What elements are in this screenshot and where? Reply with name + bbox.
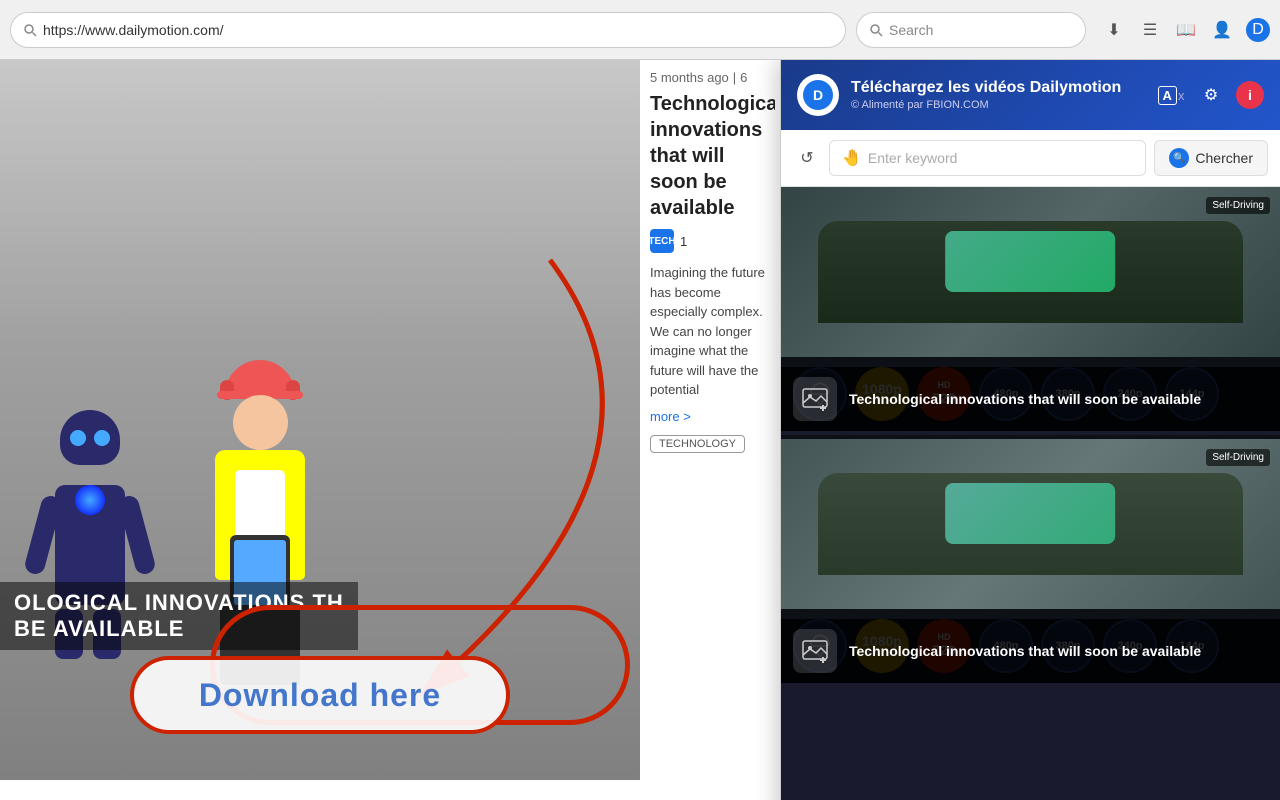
- video-title: Technological innovations that will soon…: [650, 91, 765, 221]
- chercher-label: Chercher: [1195, 150, 1253, 166]
- video-card-1: Self-Driving Technological innovations t…: [781, 187, 1280, 431]
- video-card-thumb-1: Self-Driving: [781, 187, 1280, 357]
- url-text: https://www.dailymotion.com/: [43, 22, 224, 38]
- popup-logo-letter: D: [813, 87, 823, 103]
- read-more-link[interactable]: more >: [650, 409, 691, 424]
- car-screen-2: [946, 483, 1116, 544]
- car-dash-2: [818, 473, 1242, 575]
- worker-hardhat: [225, 360, 295, 395]
- video-card-2: Self-Driving Technological innovations t…: [781, 439, 1280, 683]
- card-info-bar-1: Technological innovations that will soon…: [781, 367, 1280, 431]
- browser-search-bar[interactable]: Search: [856, 12, 1086, 48]
- refresh-button[interactable]: ↺: [793, 144, 821, 172]
- car-interior-2: [781, 439, 1280, 609]
- video-scene: OLOGICAL INNOVATIONS TH BE AVAILABLE Dow…: [0, 60, 640, 780]
- tag-row: TECHNOLOGY: [650, 434, 765, 453]
- popup-subtitle: © Alimenté par FBION.COM: [851, 99, 1144, 111]
- search-placeholder: Search: [889, 22, 933, 38]
- keyword-placeholder: Enter keyword: [868, 150, 957, 166]
- popup-title-block: Téléchargez les vidéos Dailymotion © Ali…: [851, 79, 1144, 111]
- car-interior-1: [781, 187, 1280, 357]
- video-meta: 5 months ago | 6: [650, 70, 765, 85]
- video-description: Imagining the future has become especial…: [650, 263, 765, 400]
- download-icon[interactable]: ⬇: [1102, 18, 1126, 42]
- extension-icon[interactable]: D: [1246, 18, 1270, 42]
- self-driving-badge-1: Self-Driving: [1206, 197, 1270, 214]
- popup-search-row: ↺ 🤚 Enter keyword 🔍 Chercher: [781, 130, 1280, 187]
- download-overlay[interactable]: Download here: [80, 650, 560, 740]
- chercher-button[interactable]: 🔍 Chercher: [1154, 140, 1268, 176]
- search-icon: [23, 23, 37, 37]
- image-plus-icon-1: [801, 385, 829, 413]
- card-info-bar-2: Technological innovations that will soon…: [781, 619, 1280, 683]
- card-thumb-icon-2: [793, 629, 837, 673]
- bookmarks-icon[interactable]: ☰: [1138, 18, 1162, 42]
- download-ellipse[interactable]: Download here: [130, 656, 510, 734]
- robot-head: [60, 410, 120, 465]
- channel-count: 1: [680, 234, 687, 249]
- video-separator: |: [733, 70, 736, 85]
- worker-face: [233, 395, 288, 450]
- channel-abbr: TECH: [648, 236, 675, 247]
- card-thumb-icon-1: [793, 377, 837, 421]
- video-player[interactable]: OLOGICAL INNOVATIONS TH BE AVAILABLE Dow…: [0, 60, 640, 780]
- download-label: Download here: [199, 677, 441, 714]
- car-screen-1: [946, 231, 1116, 292]
- search-icon-btn: 🔍: [1169, 148, 1189, 168]
- content-area: OLOGICAL INNOVATIONS TH BE AVAILABLE Dow…: [0, 60, 1280, 800]
- ear-protection-left: [220, 380, 234, 400]
- extension-popup: D Téléchargez les vidéos Dailymotion © A…: [780, 60, 1280, 800]
- popup-logo: D: [797, 74, 839, 116]
- self-driving-badge-2: Self-Driving: [1206, 449, 1270, 466]
- robot-eye-left: [70, 430, 86, 446]
- video-tag[interactable]: TECHNOLOGY: [650, 435, 745, 453]
- popup-header-icons: A x ⚙ i: [1156, 80, 1264, 110]
- popup-title: Téléchargez les vidéos Dailymotion: [851, 79, 1144, 97]
- input-emoji: 🤚: [842, 148, 862, 168]
- browser-toolbar: ⬇ ☰ 📖 👤 D: [1102, 18, 1270, 42]
- worker-vest: [215, 450, 305, 580]
- popup-logo-inner: D: [803, 80, 833, 110]
- channel-row: TECH 1: [650, 229, 765, 253]
- translate-icon[interactable]: A x: [1156, 80, 1186, 110]
- video-views: 6: [740, 70, 747, 85]
- page-info: 5 months ago | 6 Technological innovatio…: [640, 60, 775, 800]
- video-card-thumb-2: Self-Driving: [781, 439, 1280, 609]
- channel-icon[interactable]: TECH: [650, 229, 674, 253]
- popup-header: D Téléchargez les vidéos Dailymotion © A…: [781, 60, 1280, 130]
- video-age: 5 months ago: [650, 70, 729, 85]
- browser-bar: https://www.dailymotion.com/ Search ⬇ ☰ …: [0, 0, 1280, 60]
- reader-icon[interactable]: 📖: [1174, 18, 1198, 42]
- card-title-1: Technological innovations that will soon…: [849, 390, 1201, 408]
- popup-cards-list: Self-Driving Technological innovations t…: [781, 187, 1280, 800]
- address-bar[interactable]: https://www.dailymotion.com/: [10, 12, 846, 48]
- image-plus-icon-2: [801, 637, 829, 665]
- search-icon-browser: [869, 23, 883, 37]
- profile-icon[interactable]: 👤: [1210, 18, 1234, 42]
- robot-chest-light: [75, 485, 105, 515]
- car-dash-1: [818, 221, 1242, 323]
- ear-protection-right: [286, 380, 300, 400]
- keyword-input[interactable]: 🤚 Enter keyword: [829, 140, 1146, 176]
- robot-eye-right: [94, 430, 110, 446]
- info-icon[interactable]: i: [1236, 81, 1264, 109]
- card-title-2: Technological innovations that will soon…: [849, 642, 1201, 660]
- settings-icon[interactable]: ⚙: [1196, 80, 1226, 110]
